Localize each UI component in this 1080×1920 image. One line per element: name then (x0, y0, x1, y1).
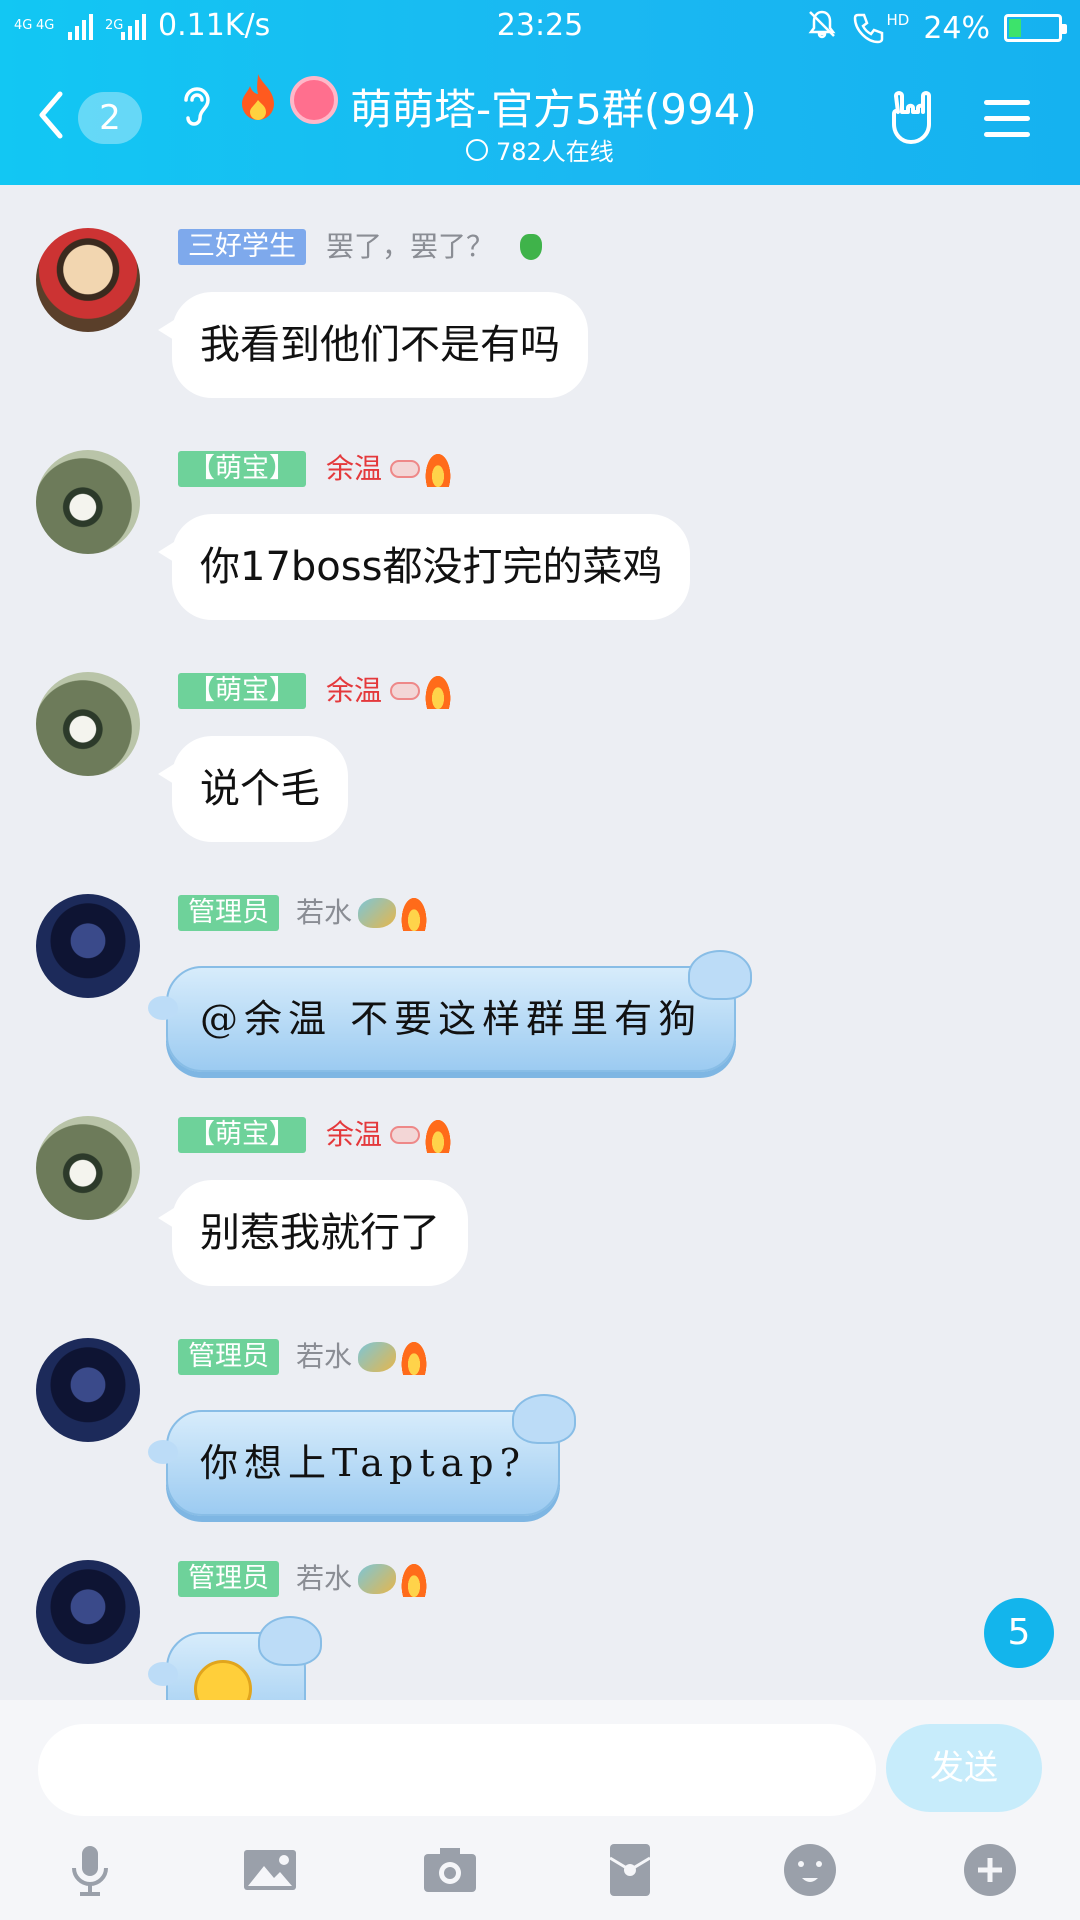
battery-level (1009, 19, 1022, 37)
camera-icon (424, 1848, 476, 1892)
message-bubble[interactable]: 我看到他们不是有吗 (158, 292, 588, 398)
online-check-icon (466, 138, 488, 161)
avatar[interactable] (36, 450, 140, 554)
message-bubble[interactable]: 别惹我就行了 (158, 1180, 468, 1286)
hd-call-icon: HD (852, 11, 909, 45)
eyes-badge-icon (390, 682, 420, 700)
input-toolbar (0, 1830, 1080, 1920)
new-messages-badge[interactable]: 5 (984, 1598, 1054, 1668)
rock-hand-icon[interactable] (886, 88, 942, 146)
message-bubble[interactable]: @余温 不要这样群里有狗 (147, 950, 753, 1072)
avatar[interactable] (36, 1116, 140, 1220)
message-bubble[interactable]: 你想上Taptap? (147, 1394, 577, 1516)
member-badges (390, 451, 452, 487)
member-badges (390, 673, 452, 709)
back-unread-badge[interactable]: 2 (78, 92, 142, 144)
plus-icon (964, 1844, 1016, 1896)
member-badges (390, 1117, 452, 1153)
eyes-badge-icon (390, 460, 420, 478)
emoji-icon (784, 1844, 836, 1896)
battery-percent: 24% (923, 10, 990, 46)
message-bubble[interactable] (148, 1616, 322, 1700)
message-input[interactable] (38, 1724, 876, 1816)
online-text: 782人在线 (496, 138, 614, 166)
message-bubble[interactable]: 说个毛 (158, 736, 348, 842)
message-item: 管理员 若水 你想上Taptap? (0, 1295, 1080, 1516)
sender-nickname[interactable]: 若水 (296, 895, 352, 931)
avatar[interactable] (36, 894, 140, 998)
emoji-button[interactable] (780, 1840, 840, 1900)
avatar[interactable] (36, 1560, 140, 1664)
fire-badge-icon (424, 451, 452, 487)
sender-nickname[interactable]: 罢了，罢了？ (326, 229, 494, 265)
status-bar: 4G 4G 2G 0.11K/s 23:25 HD 24% (0, 0, 1080, 58)
message-item: 【萌宝】 余温 别惹我就行了 (0, 1073, 1080, 1293)
smirk-emoji-icon (194, 1659, 252, 1700)
message-item: 管理员 若水 @余温 不要这样群里有狗 (0, 851, 1080, 1072)
avatar[interactable] (36, 1338, 140, 1442)
member-title-tag: 管理员 (178, 1561, 279, 1597)
dragon-badge-icon (358, 1342, 396, 1372)
camera-button[interactable] (420, 1840, 480, 1900)
ear-icon[interactable] (178, 82, 214, 128)
input-area: 发送 (0, 1700, 1080, 1920)
laughing-emoji-icon (290, 76, 338, 124)
member-title-tag: 【萌宝】 (178, 1117, 306, 1153)
avatar[interactable] (36, 228, 140, 332)
message-item: 三好学生 罢了，罢了？ 我看到他们不是有吗 (0, 185, 1080, 405)
image-button[interactable] (240, 1840, 300, 1900)
member-title-tag: 管理员 (178, 895, 279, 931)
eyes-badge-icon (390, 1126, 420, 1144)
voice-button[interactable] (60, 1840, 120, 1900)
sender-nickname[interactable]: 余温 (326, 673, 382, 709)
fire-badge-icon (400, 895, 428, 931)
sender-nickname[interactable]: 余温 (326, 451, 382, 487)
member-badges (358, 895, 428, 931)
hd-label: HD (886, 11, 910, 29)
gem-badge-icon (520, 234, 542, 260)
online-count[interactable]: 782人在线 (466, 132, 614, 167)
member-title-tag: 三好学生 (178, 229, 306, 265)
fire-icon (242, 74, 274, 120)
message-list[interactable]: 三好学生 罢了，罢了？ 我看到他们不是有吗 【萌宝】 余温 你17boss都没打… (0, 185, 1080, 1700)
fire-badge-icon (424, 673, 452, 709)
microphone-icon (72, 1846, 108, 1896)
dragon-badge-icon (358, 898, 396, 928)
avatar[interactable] (36, 672, 140, 776)
message-bubble[interactable]: 你17boss都没打完的菜鸡 (157, 514, 691, 620)
fire-badge-icon (400, 1339, 428, 1375)
red-packet-button[interactable] (600, 1840, 660, 1900)
chat-header: 4G 4G 2G 0.11K/s 23:25 HD 24% 2 萌萌塔-官方5群… (0, 0, 1080, 185)
member-title-tag: 【萌宝】 (178, 451, 306, 487)
group-title[interactable]: 萌萌塔-官方5群(994) (350, 76, 757, 137)
back-arrow-icon[interactable] (36, 90, 66, 140)
member-badges (520, 229, 542, 265)
sender-nickname[interactable]: 若水 (296, 1339, 352, 1375)
send-button[interactable]: 发送 (886, 1724, 1042, 1812)
mute-bell-icon (806, 8, 838, 48)
red-packet-icon (609, 1844, 651, 1896)
dragon-badge-icon (358, 1564, 396, 1594)
member-badges (358, 1339, 428, 1375)
message-item: 管理员 若水 (0, 1517, 1080, 1700)
sender-nickname[interactable]: 余温 (326, 1117, 382, 1153)
sender-nickname[interactable]: 若水 (296, 1561, 352, 1597)
message-item: 【萌宝】 余温 你17boss都没打完的菜鸡 (0, 407, 1080, 627)
picture-icon (244, 1850, 296, 1890)
message-item: 【萌宝】 余温 说个毛 (0, 629, 1080, 849)
fire-badge-icon (424, 1117, 452, 1153)
menu-icon[interactable] (984, 100, 1030, 138)
more-button[interactable] (960, 1840, 1020, 1900)
member-title-tag: 【萌宝】 (178, 673, 306, 709)
member-badges (358, 1561, 428, 1597)
member-title-tag: 管理员 (178, 1339, 279, 1375)
battery-icon (1004, 14, 1067, 42)
fire-badge-icon (400, 1561, 428, 1597)
